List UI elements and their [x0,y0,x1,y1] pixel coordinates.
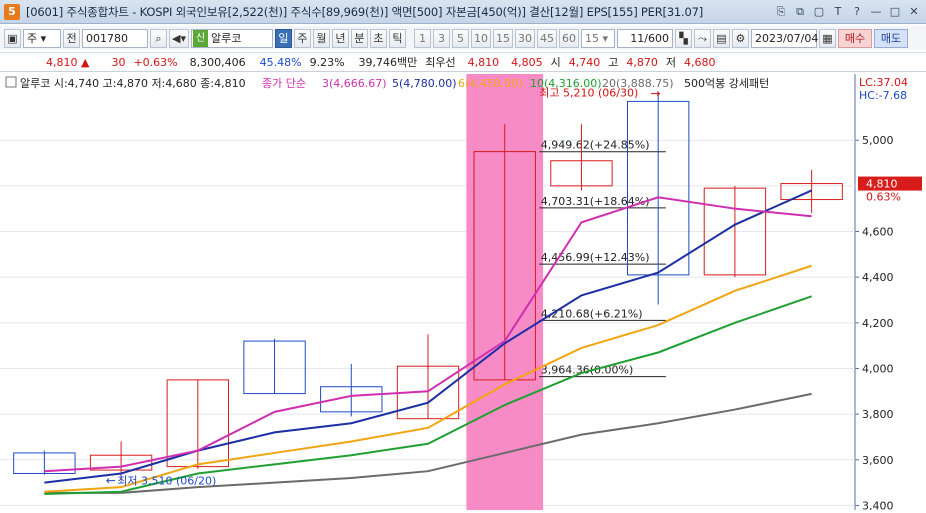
interval-30[interactable]: 30 [514,28,535,48]
best-quote-label: 최우선 [425,56,456,69]
legend-checkbox[interactable] [5,76,17,88]
chart-toolbar: ▣ 주 ▾ 전 001780 ⌕ ◀▾ 신 알루코 일 주 월 년 분 초 틱 … [0,26,926,50]
best-ask: 4,810 [467,55,500,69]
tab-daily[interactable]: 일 [274,28,292,48]
legend-ma-prefix: 종가 단순 [262,77,306,90]
y-tick-label: 3,800 [862,408,894,421]
low-price: 4,680 [684,55,716,69]
chart-tools-icon[interactable]: ▚ [674,28,692,48]
window-icon[interactable]: ▢ [811,4,827,20]
settings-icon[interactable]: ⚙ [731,28,749,48]
y-tick-label: 4,600 [862,226,894,239]
tab-second[interactable]: 초 [369,28,387,48]
indicator-icon[interactable]: ⤳ [693,28,711,48]
fib-level-label: 4,949.62(+24.85%) [541,139,650,152]
y-tick-label: 4,400 [862,271,894,284]
fib-level-label: 4,456.99(+12.43%) [541,251,650,264]
stock-name-field[interactable]: 신 알루코 [190,28,273,48]
maximize-icon[interactable]: □ [887,4,903,20]
up-arrow-icon: ▲ [81,55,90,69]
stock-name: 알루코 [210,31,242,45]
chart-svg[interactable]: 4,949.62(+24.85%)4,703.31(+18.64%)4,456.… [0,74,926,512]
y-tick-label: 5,000 [862,134,894,147]
price-change: 30 [111,55,126,69]
search-icon[interactable]: ⌕ [150,28,167,48]
interval-1[interactable]: 1 [413,28,431,48]
minimize-icon[interactable]: — [868,4,884,20]
tab-weekly[interactable]: 주 [293,28,311,48]
legend-ma5: 5(4,780.00) [392,77,457,90]
interval-45[interactable]: 45 [536,28,557,48]
window-buttons: ⎘ ⧉ ▢ T ? — □ ✕ [773,4,922,20]
y-tick-label: 3,600 [862,454,894,467]
tab-yearly[interactable]: 년 [331,28,349,48]
stock-code-input[interactable]: 001780 [82,28,148,48]
fib-level-label: 4,210.68(+6.21%) [541,307,643,320]
interval-10[interactable]: 10 [470,28,491,48]
save-icon[interactable]: ▤ [712,28,730,48]
legend-ma20: 20(3,888.75) [602,77,674,90]
last-change-label: 0.63% [866,191,901,204]
legend-ma3: 3(4,666.67) [322,77,387,90]
legend-main: 알루코 시:4,740 고:4,870 저:4,680 종:4,810 [20,76,246,90]
close-icon[interactable]: ✕ [906,4,922,20]
low-arrow-icon: ← [106,473,116,487]
legend-ma6: 6(4,450.00) [458,77,523,90]
low-label: 저 [665,56,677,69]
volume: 8,300,406 [189,55,246,69]
open-price: 4,740 [568,55,601,69]
prev-button[interactable]: 전 [63,28,80,48]
lc-label: LC:37.04 [859,76,908,89]
copy-icon[interactable]: ⎘ [773,4,789,20]
y-tick-label: 3,400 [862,499,894,510]
speaker-icon[interactable]: ◀▾ [169,28,189,48]
restore-icon[interactable]: ⧉ [792,4,808,20]
window-title: [0601] 주식종합차트 - KOSPI 외국인보유[2,522(천)] 주식… [26,4,704,19]
title-bar: 5 [0601] 주식종합차트 - KOSPI 외국인보유[2,522(천)] … [0,0,926,24]
sell-button[interactable]: 매도 [873,28,908,48]
buy-button[interactable]: 매수 [837,28,872,48]
interval-60[interactable]: 60 [558,28,579,48]
low-marker-label: 최저 3,510 (06/20) [117,474,216,487]
turnover-rate: 9.23% [309,55,345,69]
app-icon: 5 [4,3,20,20]
last-price-label: 4,810 [866,178,898,191]
high-label: 고 [608,56,619,69]
legend-ma10: 10(4,316.00) [530,77,602,90]
font-icon[interactable]: T [830,4,846,20]
legend-pattern: 500억봉 강세패턴 [684,77,769,90]
open-label: 시 [550,56,561,69]
tab-minute[interactable]: 분 [350,28,368,48]
fib-level-label: 3,964.36(0.00%) [541,364,634,377]
period-select[interactable]: 주 ▾ [23,28,61,48]
credit-badge: 신 [192,29,208,47]
change-percent: +0.63% [133,55,178,69]
best-bid: 4,805 [511,55,543,69]
price-chart[interactable]: 4,949.62(+24.85%) 4,703.31(+18.64%) 4,456.… [0,74,926,512]
tab-tick[interactable]: 틱 [388,28,406,48]
quote-bar: 4,810 ▲ 30 +0.63% 8,300,406 45.48% 9.23%… [0,52,926,72]
interval-select[interactable]: 15 ▾ [580,28,615,48]
volume-ratio: 45.48% [259,55,302,69]
high-price: 4,870 [626,55,658,69]
interval-5[interactable]: 5 [451,28,469,48]
count-input[interactable]: 11/600 [616,28,673,48]
layout-icon[interactable]: ▣ [4,28,21,48]
calendar-icon[interactable]: ▦ [818,28,836,48]
hc-label: HC:-7.68 [859,89,907,102]
current-price: 4,810 ▲ [46,55,90,69]
y-tick-label: 4,200 [862,317,894,330]
help-icon[interactable]: ? [849,4,865,20]
tab-monthly[interactable]: 월 [312,28,330,48]
interval-15[interactable]: 15 [492,28,513,48]
date-input[interactable]: 2023/07/04 [750,28,818,48]
trade-amount: 39,746백만 [358,56,418,69]
interval-3[interactable]: 3 [432,28,450,48]
y-tick-label: 4,000 [862,362,894,375]
